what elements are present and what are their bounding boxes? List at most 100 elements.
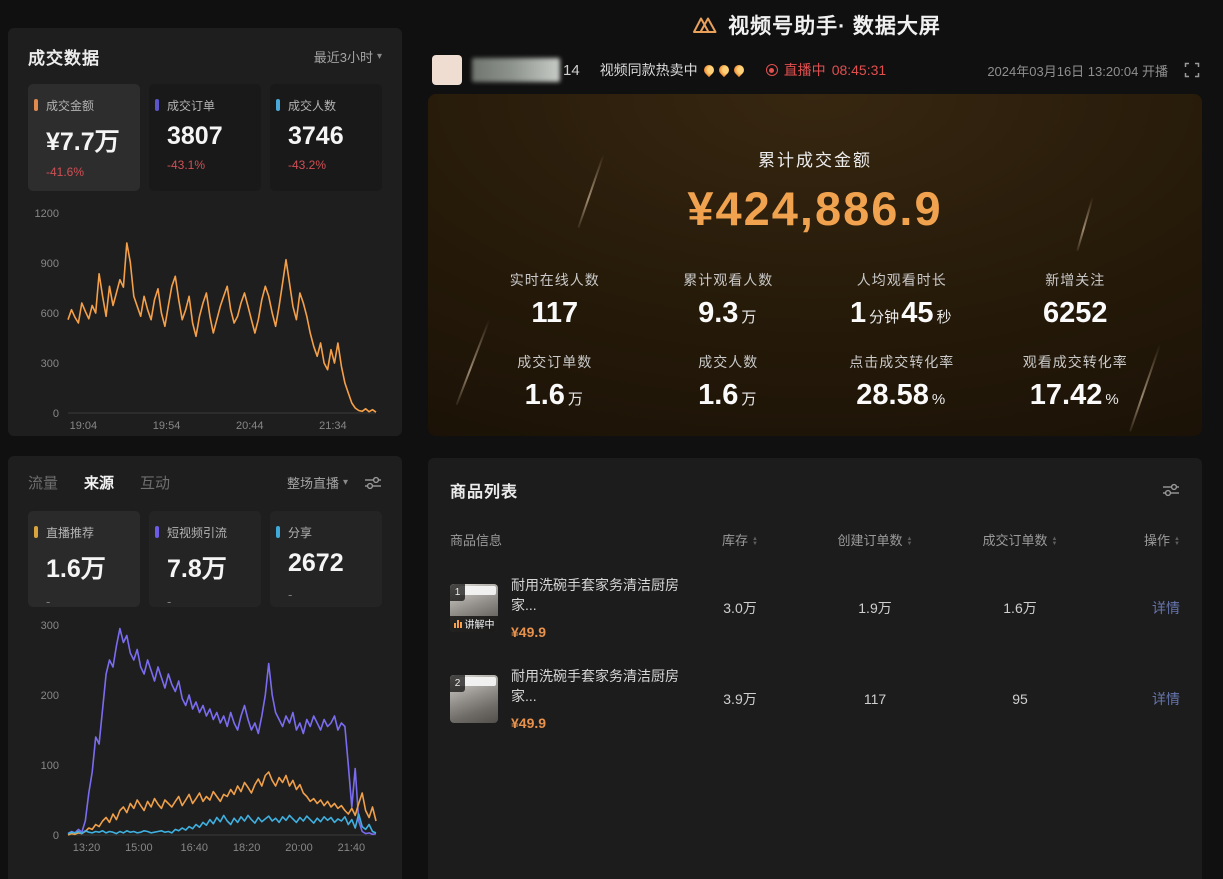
sort-icon[interactable]: ▲▼ [752,537,758,547]
svg-text:900: 900 [41,258,59,270]
stat-delta: -41.6% [46,165,132,179]
live-recommend-marker-icon [34,526,38,538]
streamer-name-blurred [472,58,560,82]
detail-link[interactable]: 详情 [1152,691,1180,707]
stat-sub: - [288,587,374,602]
short-video-marker-icon [155,526,159,538]
stat-delta: -43.2% [288,158,374,172]
deal-stat-cards: 成交金额 ¥7.7万 -41.6% 成交订单 3807 -43.1% 成交人数 … [28,84,382,191]
main-header: 视频号助手· 数据大屏 [430,10,1202,40]
tab-interaction[interactable]: 互动 [140,472,170,493]
live-status-label: 直播中 [784,60,826,80]
product-title: 耐用洗碗手套家务清洁厨房家... [511,575,680,615]
stat-card-share[interactable]: 分享 2672 - [270,511,382,607]
product-thumbnail: 1 讲解中 [450,584,498,632]
svg-text:19:04: 19:04 [70,420,98,432]
page-title: 视频号助手· 数据大屏 [728,10,941,40]
stat-card-deal-amount[interactable]: 成交金额 ¥7.7万 -41.6% [28,84,140,191]
filter-sliders-icon[interactable] [364,476,382,490]
product-list-panel: 商品列表 商品信息 库存▲▼ 创建订单数▲▼ 成交订单数▲▼ 操作▲▼ 1 [428,458,1202,879]
stat-value: 3807 [167,122,253,151]
speaking-bars-icon [454,620,462,628]
tab-traffic[interactable]: 流量 [28,472,58,493]
flame-icon [702,63,716,77]
chevron-down-icon: ▾ [377,51,382,62]
hot-sale-text: 视频同款热卖中 [600,60,698,80]
svg-text:19:54: 19:54 [153,420,181,432]
live-info-bar: 14 视频同款热卖中 直播中 08:45:31 2024年03月16日 13:2… [432,52,1200,88]
live-duration: 08:45:31 [832,62,887,78]
metric-deal-buyers: 成交人数 1.6万 [642,352,816,412]
share-marker-icon [276,526,280,538]
column-deal-orders: 成交订单数 [983,533,1048,548]
stat-card-live-recommend[interactable]: 直播推荐 1.6万 - [28,511,140,607]
stat-card-short-video[interactable]: 短视频引流 7.8万 - [149,511,261,607]
filter-sliders-icon[interactable] [1162,483,1180,497]
summary-metrics: 实时在线人数 117 累计观看人数 9.3万 人均观看时长 1分钟45秒 新增关… [468,270,1162,412]
flame-icon [732,63,746,77]
column-stock: 库存 [722,533,748,548]
sort-icon[interactable]: ▲▼ [907,537,913,547]
rank-badge: 1 [450,584,465,601]
stat-sub: - [167,594,253,609]
stream-start-time: 2024年03月16日 13:20:04 开播 [987,61,1168,80]
product-price: ¥49.9 [511,624,680,640]
stat-value: 7.8万 [167,549,253,585]
svg-text:15:00: 15:00 [125,842,153,854]
stat-value: ¥7.7万 [46,122,132,158]
svg-text:1200: 1200 [35,208,59,220]
svg-text:300: 300 [41,358,59,370]
sort-icon[interactable]: ▲▼ [1174,537,1180,547]
chevron-down-icon: ▾ [343,477,348,488]
traffic-source-panel: 流量 来源 互动 整场直播 ▾ [8,456,402,879]
buyers-marker-icon [276,99,280,111]
metric-avg-watch-time: 人均观看时长 1分钟45秒 [815,270,989,330]
svg-text:16:40: 16:40 [181,842,209,854]
stat-value: 1.6万 [46,549,132,585]
stat-card-deal-orders[interactable]: 成交订单 3807 -43.1% [149,84,261,191]
svg-text:21:34: 21:34 [319,420,347,432]
stat-sub: - [46,594,132,609]
deal-range-dropdown[interactable]: 最近3小时 ▾ [314,47,382,66]
flame-icons [704,65,744,75]
stat-label: 成交人数 [288,97,374,114]
detail-link[interactable]: 详情 [1152,600,1180,616]
explaining-badge: 讲解中 [450,616,498,632]
svg-text:18:20: 18:20 [233,842,261,854]
traffic-tabs: 流量 来源 互动 [28,472,170,493]
streamer-name-suffix: 14 [563,62,580,79]
metric-deal-orders: 成交订单数 1.6万 [468,352,642,412]
fullscreen-icon[interactable] [1184,62,1200,78]
stat-label: 直播推荐 [46,524,132,541]
sort-icon[interactable]: ▲▼ [1052,537,1058,547]
product-price: ¥49.9 [511,715,680,731]
deal-orders-value: 95 [950,691,1090,707]
channels-logo-icon [691,14,718,36]
traffic-range-dropdown[interactable]: 整场直播 ▾ [287,473,348,492]
metric-new-followers: 新增关注 6252 [989,270,1163,330]
deal-panel-title: 成交数据 [28,44,100,69]
live-dot-icon [766,64,778,76]
column-created-orders: 创建订单数 [838,533,903,548]
svg-text:600: 600 [41,308,59,320]
traffic-trend-chart: 010020030013:2015:0016:4018:2020:0021:40 [28,615,382,857]
table-row: 2 耐用洗碗手套家务清洁厨房家... ¥49.9 3.9万 117 95 详情 [450,666,1180,731]
total-amount-label: 累计成交金额 [428,146,1202,171]
svg-text:13:20: 13:20 [73,842,101,854]
summary-panel: 累计成交金额 ¥424,886.9 实时在线人数 117 累计观看人数 9.3万… [428,94,1202,436]
table-row: 1 讲解中 耐用洗碗手套家务清洁厨房家... ¥49.9 3.0万 1.9万 1… [450,575,1180,640]
product-panel-title: 商品列表 [450,478,518,502]
stat-label: 分享 [288,524,374,541]
tab-source[interactable]: 来源 [84,472,114,493]
traffic-range-label: 整场直播 [287,473,339,492]
traffic-stat-cards: 直播推荐 1.6万 - 短视频引流 7.8万 - 分享 2672 - [28,511,382,607]
deal-data-panel: 成交数据 最近3小时 ▾ 成交金额 ¥7.7万 -41.6% 成交订单 3807… [8,28,402,436]
stat-label: 短视频引流 [167,524,253,541]
metric-total-viewers: 累计观看人数 9.3万 [642,270,816,330]
svg-text:300: 300 [41,620,59,632]
svg-text:0: 0 [53,830,59,842]
metric-click-conversion: 点击成交转化率 28.58% [815,352,989,412]
stat-card-deal-buyers[interactable]: 成交人数 3746 -43.2% [270,84,382,191]
dashboard: 成交数据 最近3小时 ▾ 成交金额 ¥7.7万 -41.6% 成交订单 3807… [0,0,1223,879]
stat-label: 成交金额 [46,97,132,114]
